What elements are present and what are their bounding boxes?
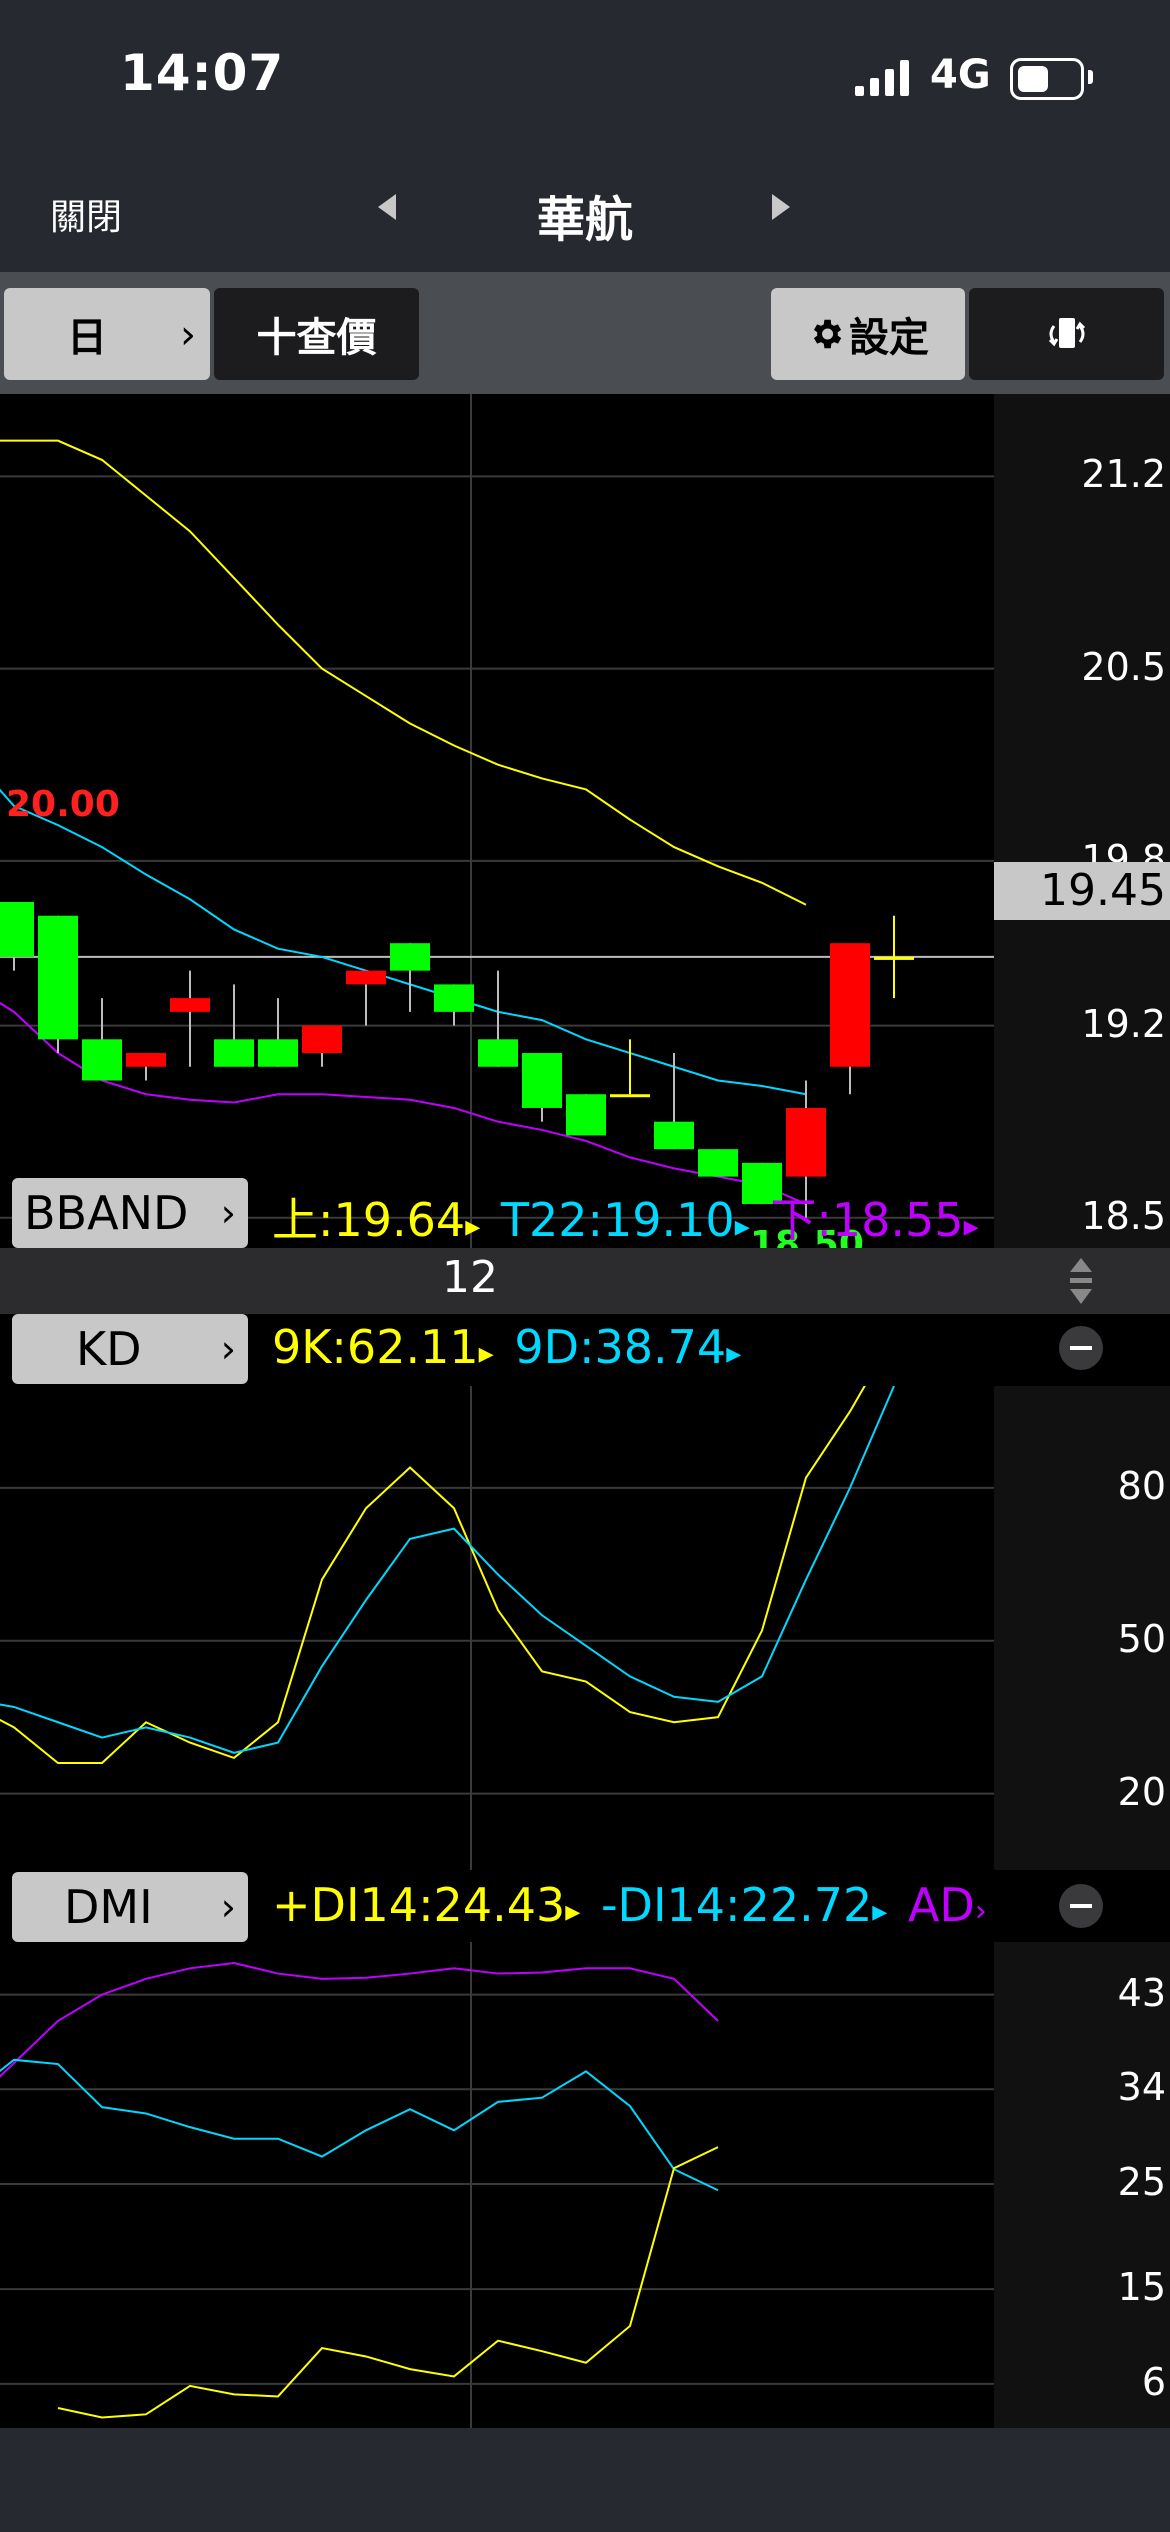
candle-down: [390, 943, 430, 971]
candle-up: [830, 943, 870, 1067]
candle-down: [654, 1121, 694, 1150]
network-type: 4G: [930, 52, 991, 98]
dmi-adx-value: AD: [907, 1878, 975, 1932]
bband-legend: 上:19.64▸ T22:19.10▸ 下:18.55▸: [272, 1193, 979, 1247]
y-tick-label: 6: [1141, 2359, 1166, 2404]
next-stock-arrow-icon[interactable]: [772, 194, 790, 220]
candle-up: [346, 970, 386, 985]
kd-legend: 9K:62.11▸ 9D:38.74▸: [272, 1320, 742, 1374]
chevron-right-icon: ›: [180, 312, 196, 358]
kd-k-line: [0, 1386, 866, 1765]
period-selector-button[interactable]: 日 ›: [4, 288, 210, 380]
candle-down: [522, 1053, 562, 1108]
candle-flat: [874, 956, 914, 960]
bband-mid-value: T22:19.10: [500, 1193, 735, 1247]
adx-line: [0, 1962, 719, 2078]
dmi-y-ticks: 43 34 25 15 6: [994, 1942, 1170, 2428]
y-tick-label: 21.2: [1081, 452, 1166, 497]
kd-d-value: 9D:38.74: [514, 1320, 727, 1374]
period-label: 日: [67, 315, 107, 361]
settings-button[interactable]: 設定: [771, 288, 965, 380]
remove-kd-button[interactable]: [1059, 1326, 1103, 1370]
battery-tip: [1088, 70, 1093, 84]
previous-stock-arrow-icon[interactable]: [378, 194, 396, 220]
price-y-ticks: 21.2 20.5 19.8 19.2 18.5: [994, 394, 1170, 1248]
dmi-legend: +DI14:24.43▸ -DI14:22.72▸ AD›: [272, 1878, 987, 1932]
y-tick-label: 18.5: [1081, 1193, 1166, 1238]
y-tick-label: 20: [1117, 1769, 1166, 1814]
y-tick-label: 34: [1117, 2065, 1166, 2110]
bband-lower-value: 下:18.55: [770, 1193, 964, 1247]
settings-label: 設定: [849, 315, 929, 361]
candle-down: [434, 984, 474, 1012]
candle-down: [478, 1039, 518, 1067]
candle-down: [214, 1039, 254, 1067]
bottom-bar: [0, 2428, 1170, 2532]
current-price: 19.45: [1040, 865, 1166, 916]
high-price-annotation: 20.00: [6, 783, 120, 825]
remove-dmi-button[interactable]: [1059, 1884, 1103, 1928]
quote-button[interactable]: 十查價: [214, 288, 419, 380]
rotate-button[interactable]: [969, 288, 1164, 380]
minus-di-line: [0, 2058, 719, 2192]
kd-indicator-button[interactable]: KD ›: [12, 1314, 248, 1384]
kd-d-line: [0, 1386, 895, 1754]
candle-down: [698, 1149, 738, 1177]
dmi-pdi-value: +DI14:24.43: [272, 1878, 566, 1932]
bband-label: BBAND: [24, 1186, 189, 1240]
up-down-arrows-icon[interactable]: [1066, 1256, 1096, 1306]
gear-icon: [813, 319, 842, 349]
candle-down: [82, 1039, 122, 1081]
kd-y-ticks: 80 50 20: [994, 1386, 1170, 1870]
candle-down: [566, 1094, 606, 1136]
upper-band-line: [0, 439, 807, 906]
status-time: 14:07: [120, 44, 285, 102]
y-tick-label: 25: [1117, 2159, 1166, 2204]
date-row: [0, 1248, 1170, 1314]
bband-indicator-button[interactable]: BBAND ›: [12, 1178, 248, 1248]
lower-band-line: [0, 1001, 807, 1205]
y-tick-label: 43: [1117, 1970, 1166, 2015]
candle-down: [0, 902, 34, 957]
kd-label: KD: [76, 1322, 142, 1376]
y-tick-label: 19.2: [1081, 1001, 1166, 1046]
chevron-right-icon: ›: [220, 1191, 236, 1235]
chevron-right-icon: ›: [220, 1885, 236, 1929]
rotate-phone-icon: [1048, 318, 1085, 348]
candle-flat: [610, 1094, 650, 1098]
close-button[interactable]: 關閉: [50, 188, 122, 240]
cellular-signal-icon: [855, 60, 909, 96]
candle-up: [302, 1025, 342, 1054]
y-tick-label: 15: [1117, 2265, 1166, 2310]
stock-title: 華航: [536, 192, 633, 248]
candle-down: [258, 1039, 298, 1067]
kd-k-value: 9K:62.11: [272, 1320, 479, 1374]
bband-upper-value: 上:19.64: [272, 1193, 466, 1247]
chevron-right-icon: ›: [220, 1327, 236, 1371]
candle-up: [126, 1053, 166, 1067]
dmi-label: DMI: [64, 1880, 153, 1934]
candle-down: [38, 915, 78, 1040]
candle-up: [786, 1107, 826, 1177]
dmi-mdi-value: -DI14:22.72: [600, 1878, 873, 1932]
y-tick-label: 80: [1117, 1463, 1166, 1508]
candle-up: [170, 998, 210, 1012]
dmi-indicator-button[interactable]: DMI ›: [12, 1872, 248, 1942]
y-tick-label: 20.5: [1081, 644, 1166, 689]
battery-icon: [1010, 58, 1084, 100]
plus-di-line: [57, 2146, 719, 2419]
date-label: 12: [442, 1252, 498, 1303]
y-tick-label: 50: [1117, 1616, 1166, 1661]
